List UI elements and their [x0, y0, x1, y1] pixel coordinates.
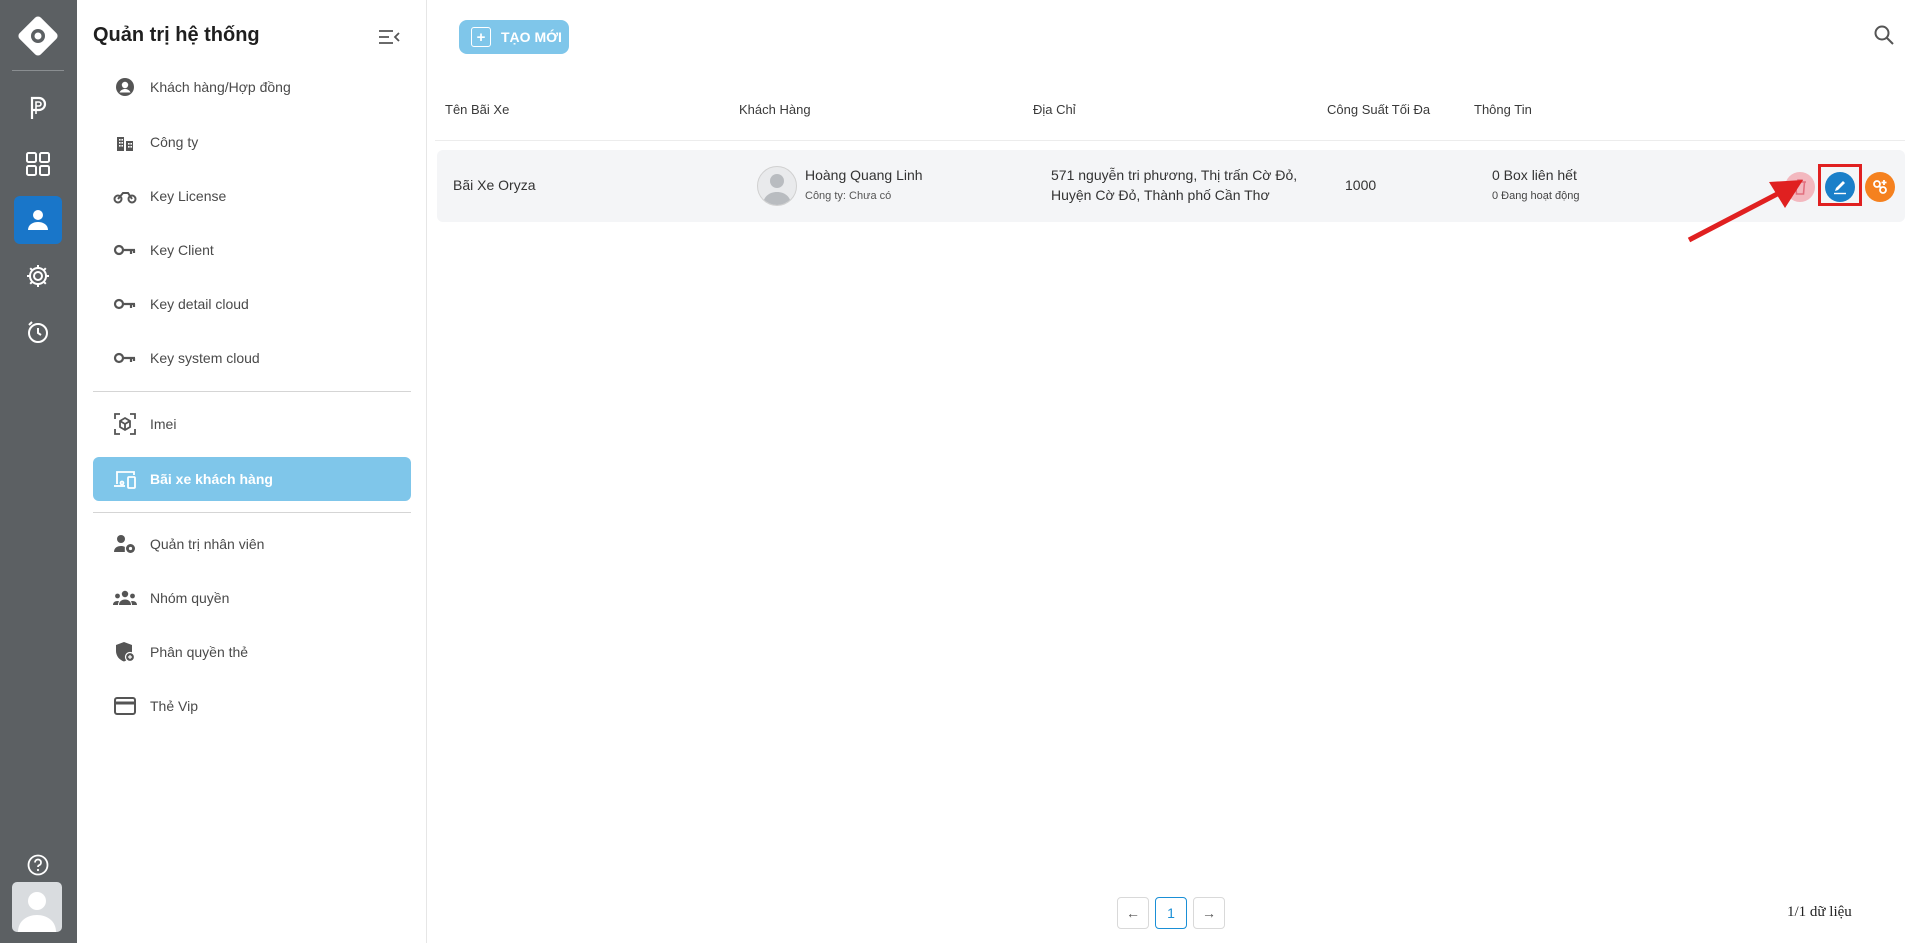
sidebar-item-label: Phân quyền thẻ [150, 644, 249, 660]
history-timer-icon[interactable] [14, 308, 62, 356]
sidebar-item-nhom-quyen[interactable]: Nhóm quyền [93, 576, 411, 620]
sidebar-item-key-detail-cloud[interactable]: Key detail cloud [93, 282, 411, 326]
user-avatar[interactable] [12, 882, 62, 932]
sidebar: Quản trị hệ thống Khách hàng/Hợp đồng Cô… [77, 0, 427, 943]
sidebar-item-khach-hang[interactable]: Khách hàng/Hợp đồng [93, 65, 411, 109]
sidebar-item-label: Key Client [150, 242, 214, 258]
column-header: Công Suất Tối Đa [1327, 102, 1431, 117]
prev-page-button[interactable]: ← [1117, 897, 1149, 929]
sidebar-item-imei[interactable]: Imei [93, 402, 411, 446]
sidebar-item-key-client[interactable]: Key Client [93, 228, 411, 272]
devices-icon [112, 469, 138, 489]
sidebar-item-label: Key License [150, 188, 227, 204]
arrow-left-icon: ← [1126, 905, 1140, 921]
key-icon [112, 351, 138, 365]
motorbike-icon [112, 188, 138, 204]
sidebar-item-label: Nhóm quyền [150, 590, 230, 606]
max-capacity: 1000 [1345, 177, 1377, 193]
info-line: 0 Đang hoạt động [1492, 190, 1580, 202]
sidebar-item-key-system-cloud[interactable]: Key system cloud [93, 336, 411, 380]
credit-card-icon [112, 697, 138, 715]
sidebar-item-cong-ty[interactable]: Công ty [93, 120, 411, 164]
parking-lot-name: Bãi Xe Oryza [453, 177, 536, 193]
page-number-button[interactable]: 1 [1155, 897, 1187, 929]
sidebar-item-the-vip[interactable]: Thẻ Vip [93, 684, 411, 728]
group-icon [112, 590, 138, 606]
app-logo-icon[interactable] [16, 14, 60, 58]
user-admin-icon[interactable] [14, 196, 62, 244]
sidebar-item-label: Quản trị nhân viên [150, 536, 265, 552]
column-header: Thông Tin [1474, 102, 1532, 117]
customer-avatar [757, 166, 797, 206]
sidebar-item-phan-quyen-the[interactable]: Phân quyền thẻ [93, 630, 411, 674]
record-count: 1/1 dữ liệu [1787, 904, 1852, 920]
annotation-arrow [1687, 178, 1807, 249]
next-page-button[interactable]: → [1193, 897, 1225, 929]
table-header: Tên Bãi Xe Khách Hàng Địa Chỉ Công Suất … [435, 88, 1905, 141]
account-circle-icon [112, 77, 138, 97]
main-content: + TẠO MỚI Tên Bãi Xe Khách Hàng Địa Chỉ … [427, 0, 1916, 943]
create-new-button[interactable]: + TẠO MỚI [459, 20, 569, 54]
pagination: ← 1 → [1117, 897, 1225, 929]
parking-icon[interactable] [14, 84, 62, 132]
collapse-menu-icon[interactable] [377, 27, 401, 47]
column-header: Khách Hàng [739, 102, 811, 117]
plus-icon: + [471, 27, 491, 47]
sidebar-divider [93, 391, 411, 392]
customer-company: Công ty: Chưa có [805, 190, 892, 202]
arrow-right-icon: → [1202, 905, 1216, 921]
rail-divider [12, 70, 64, 71]
key-icon [112, 243, 138, 257]
sidebar-divider [93, 512, 411, 513]
sidebar-item-label: Key detail cloud [150, 296, 249, 312]
sidebar-item-label: Key system cloud [150, 350, 260, 366]
extra-action-button[interactable] [1865, 172, 1895, 202]
shield-icon [112, 641, 138, 663]
column-header: Địa Chỉ [1033, 102, 1076, 117]
sidebar-item-bai-xe-khach-hang[interactable]: Bãi xe khách hàng [93, 457, 411, 501]
sidebar-item-label: Thẻ Vip [150, 698, 198, 714]
search-icon[interactable] [1873, 24, 1895, 51]
building-icon [112, 132, 138, 152]
edit-button[interactable] [1825, 172, 1855, 202]
user-gear-icon [112, 534, 138, 554]
sidebar-item-label: Bãi xe khách hàng [150, 471, 273, 487]
key-icon [112, 297, 138, 311]
sidebar-item-label: Khách hàng/Hợp đồng [150, 79, 291, 95]
column-header: Tên Bãi Xe [445, 102, 510, 117]
sidebar-item-quan-tri-nhan-vien[interactable]: Quản trị nhân viên [93, 522, 411, 566]
sidebar-item-key-license[interactable]: Key License [93, 174, 411, 218]
dashboard-grid-icon[interactable] [14, 140, 62, 188]
sidebar-item-label: Imei [150, 416, 177, 432]
create-new-label: TẠO MỚI [501, 29, 562, 45]
address-line: 571 nguyễn tri phương, Thị trấn Cờ Đỏ, [1051, 167, 1298, 183]
settings-gear-icon[interactable] [14, 252, 62, 300]
info-line: 0 Box liên hết [1492, 167, 1577, 183]
app-rail [0, 0, 77, 943]
pencil-icon [1834, 181, 1846, 195]
sidebar-title: Quản trị hệ thống [93, 24, 260, 46]
sidebar-item-label: Công ty [150, 134, 199, 150]
address-line: Huyện Cờ Đỏ, Thành phố Cần Thơ [1051, 187, 1270, 203]
customer-name: Hoàng Quang Linh [805, 167, 923, 183]
table-row[interactable]: Bãi Xe Oryza Hoàng Quang Linh Công ty: C… [437, 150, 1905, 222]
relation-icon [1873, 180, 1887, 194]
cube-scan-icon [112, 413, 138, 435]
